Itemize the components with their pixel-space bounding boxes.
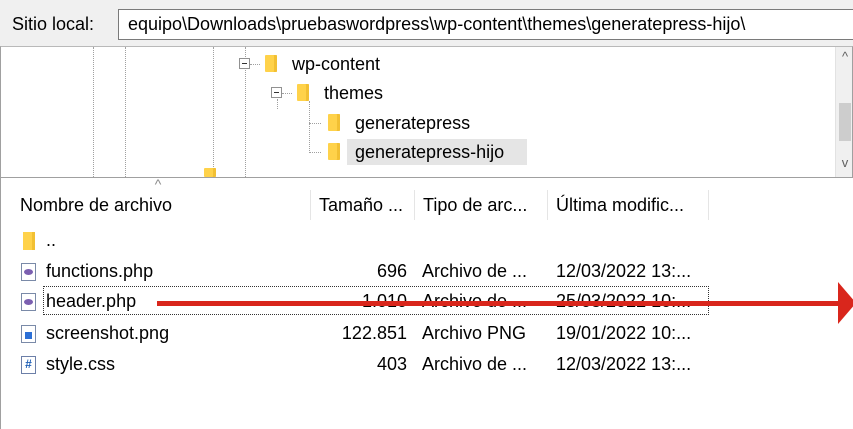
column-header-size[interactable]: Tamaño ... (319, 190, 411, 220)
tree-guide-line (250, 64, 260, 65)
local-site-bar: Sitio local: equipo\Downloads\pruebaswor… (0, 0, 853, 46)
table-row[interactable]: # style.css 403 Archivo de ... 12/03/202… (1, 350, 721, 378)
file-name: functions.php (46, 261, 154, 281)
column-divider[interactable] (708, 190, 709, 220)
file-name: style.css (46, 354, 116, 374)
table-row-parent-directory[interactable]: .. (1, 226, 721, 254)
collapse-toggle-icon[interactable] (239, 58, 250, 69)
scrollbar-thumb[interactable] (839, 103, 851, 141)
file-modified: 12/03/2022 13:... (556, 354, 692, 374)
column-divider[interactable] (414, 190, 415, 220)
tree-guide-line (245, 47, 246, 57)
table-row[interactable]: functions.php 696 Archivo de ... 12/03/2… (1, 257, 721, 285)
column-header-modified[interactable]: Última modific... (556, 190, 708, 220)
folder-icon (328, 143, 340, 160)
file-size: 696 (376, 261, 407, 281)
local-path-input[interactable]: equipo\Downloads\pruebaswordpress\wp-con… (118, 9, 853, 40)
collapse-toggle-icon[interactable] (271, 87, 282, 98)
column-header-type[interactable]: Tipo de arc... (423, 190, 547, 220)
file-size: 122.851 (341, 323, 407, 343)
tree-guide-line (309, 101, 310, 153)
image-file-icon (21, 325, 36, 343)
css-file-icon: # (21, 356, 36, 374)
local-site-label: Sitio local: (12, 14, 95, 34)
file-modified: 19/01/2022 10:... (556, 323, 692, 343)
scroll-up-icon[interactable]: ^ (838, 49, 852, 65)
file-name: .. (46, 230, 57, 250)
directory-tree[interactable]: wp-content themes generatepress generate… (0, 46, 853, 178)
tree-guide-line (309, 152, 321, 153)
tree-guide-line (125, 47, 126, 177)
column-divider[interactable] (547, 190, 548, 220)
file-modified: 12/03/2022 13:... (556, 261, 692, 281)
file-size: 403 (376, 354, 407, 374)
folder-icon (204, 168, 216, 177)
file-name: screenshot.png (46, 323, 170, 343)
php-file-icon (21, 263, 36, 281)
tree-guide-line (245, 70, 246, 177)
tree-guide-line (213, 47, 214, 177)
tree-node-generatepress-hijo[interactable]: generatepress-hijo (355, 139, 504, 165)
tree-guide-line (282, 93, 292, 94)
file-type: Archivo de ... (422, 261, 528, 281)
annotation-arrow (157, 301, 843, 306)
folder-icon (265, 55, 277, 72)
folder-icon (328, 114, 340, 131)
tree-scrollbar[interactable]: ^ v (835, 47, 852, 177)
tree-guide-line (277, 99, 278, 109)
file-type: Archivo PNG (422, 323, 527, 343)
tree-node-wp-content[interactable]: wp-content (292, 51, 380, 77)
tree-guide-line (309, 123, 321, 124)
folder-icon (297, 84, 309, 101)
tree-node-themes[interactable]: themes (324, 80, 383, 106)
table-row[interactable]: screenshot.png 122.851 Archivo PNG 19/01… (1, 319, 721, 347)
column-divider[interactable] (310, 190, 311, 220)
column-header-filename[interactable]: Nombre de archivo (20, 190, 308, 220)
file-type: Archivo de ... (422, 354, 528, 374)
tree-guide-line (93, 47, 94, 177)
tree-node-generatepress[interactable]: generatepress (355, 110, 470, 136)
sort-ascending-icon: ^ (154, 176, 162, 192)
php-file-icon (21, 293, 36, 311)
scroll-down-icon[interactable]: v (838, 155, 852, 171)
annotation-arrow-head-icon (838, 282, 853, 324)
folder-icon (23, 232, 35, 250)
